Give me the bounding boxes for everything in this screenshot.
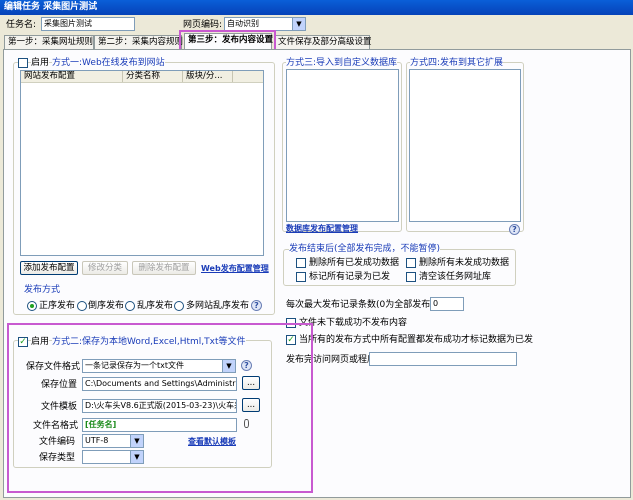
column-site-config[interactable]: 网站发布配置 <box>21 71 123 82</box>
delete-success-checkbox[interactable] <box>296 258 306 268</box>
publish-mode-reverse-radio[interactable] <box>77 301 87 311</box>
publish-mode-multisite-radio[interactable] <box>174 301 184 311</box>
delete-failed-checkbox[interactable] <box>406 258 416 268</box>
mark-published-label: 标记所有记录为已发 <box>309 272 391 282</box>
after-publish-title: 发布结束后(全部发布完成，不能暂停) <box>289 243 441 255</box>
column-category[interactable]: 分类名称 <box>123 71 183 82</box>
window-title: 编辑任务 采集图片测试 <box>0 0 633 15</box>
tab-content-rules[interactable]: 第二步：采集内容规则 <box>94 35 183 49</box>
task-name-input[interactable]: 采集图片测试 <box>41 17 135 31</box>
no-download-label: 文件未下载成功不发布内容 <box>299 318 408 328</box>
method4-title: 方式四:发布到其它扩展 <box>410 57 504 69</box>
publish-mode-forward-label: 正序发布 <box>39 301 76 311</box>
mark-published-checkbox[interactable] <box>296 272 306 282</box>
publish-mode-random-radio[interactable] <box>125 301 135 311</box>
method3-config-list[interactable] <box>286 69 399 222</box>
encoding-select[interactable]: 自动识别 ▼ <box>224 17 306 31</box>
publish-mode-forward-radio[interactable] <box>27 301 37 311</box>
tab-url-rules[interactable]: 第一步：采集网址规则 <box>4 35 94 49</box>
help-icon[interactable]: ? <box>509 224 520 235</box>
publish-mode-label: 发布方式 <box>24 285 61 295</box>
tab-file-advanced[interactable]: 文件保存及部分高级设置 <box>274 35 372 49</box>
clear-url-db-label: 清空该任务网址库 <box>419 272 492 282</box>
clear-url-db-checkbox[interactable] <box>406 272 416 282</box>
after-program-input[interactable] <box>369 352 517 366</box>
delete-publish-config-button[interactable]: 删除发布配置 <box>132 261 196 275</box>
database-publish-manage-link[interactable]: 数据库发布配置管理 <box>286 223 358 235</box>
task-name-label: 任务名: <box>6 20 37 30</box>
chevron-down-icon[interactable]: ▼ <box>292 18 305 30</box>
method2-highlight <box>7 323 313 493</box>
method1-enable-label: 启用 <box>31 57 50 69</box>
method3-title: 方式三:导入到自定义数据库 <box>286 57 398 69</box>
publish-mode-random-label: 乱序发布 <box>137 301 174 311</box>
delete-success-label: 删除所有已发成功数据 <box>309 258 400 268</box>
mark-all-success-label: 当所有的发布方式中所有配置都发布成功才标记数据为已发 <box>299 335 534 345</box>
max-records-label: 每次最大发布记录条数(0为全部发布): <box>286 300 437 310</box>
method1-enable-checkbox[interactable] <box>18 58 28 68</box>
publish-mode-reverse-label: 倒序发布 <box>88 301 125 311</box>
web-publish-manage-link[interactable]: Web发布配置管理 <box>201 263 269 275</box>
delete-failed-label: 删除所有未发成功数据 <box>419 258 510 268</box>
column-section[interactable]: 版块/分... <box>183 71 233 82</box>
max-records-input[interactable]: 0 <box>430 297 464 311</box>
publish-mode-multisite-label: 多网站乱序发布 <box>186 301 250 311</box>
help-icon[interactable]: ? <box>251 300 262 311</box>
encoding-value: 自动识别 <box>227 19 259 28</box>
modify-category-button[interactable]: 修改分类 <box>82 261 128 275</box>
method4-config-list[interactable] <box>409 69 521 222</box>
method1-title: 方式一:Web在线发布到网站 <box>52 57 165 69</box>
add-publish-config-button[interactable]: 添加发布配置 <box>20 261 78 275</box>
method1-config-table[interactable]: 网站发布配置 分类名称 版块/分... <box>20 70 264 256</box>
